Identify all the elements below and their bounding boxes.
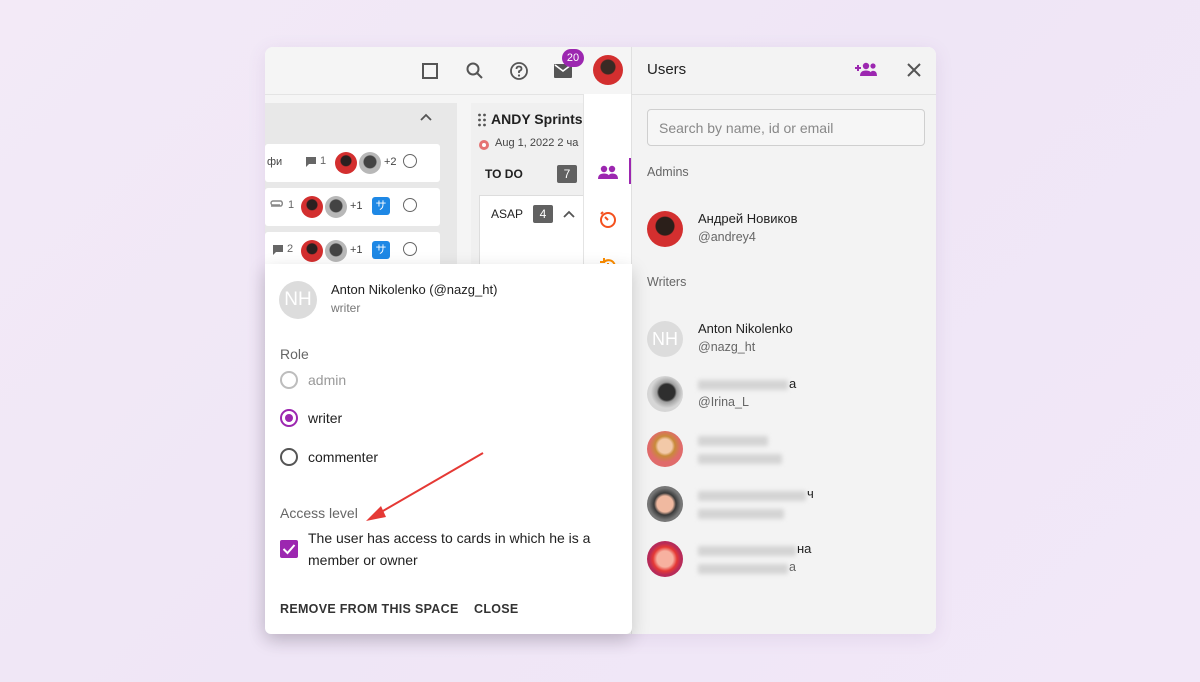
- popup-user-name: Anton Nikolenko (@nazg_ht): [331, 282, 498, 297]
- admins-section-label: Admins: [647, 165, 689, 179]
- drag-handle-icon[interactable]: [477, 113, 487, 127]
- access-level-label: Access level: [280, 505, 358, 521]
- square-icon[interactable]: [418, 59, 442, 83]
- comment-icon: [306, 157, 316, 167]
- member-avatar: [335, 152, 357, 174]
- blurred-name: [698, 436, 768, 446]
- avatar: [647, 431, 683, 467]
- asap-group: ASAP 4: [479, 195, 585, 266]
- asap-count: 4: [533, 205, 553, 223]
- member-avatar: [325, 240, 347, 262]
- more-members-count: +1: [350, 200, 363, 212]
- add-user-icon[interactable]: [854, 61, 878, 77]
- user-list-item[interactable]: [647, 427, 927, 473]
- todo-label: TO DO: [485, 167, 523, 181]
- user-handle-fragment: а: [789, 560, 796, 574]
- user-list-item[interactable]: на а: [647, 537, 927, 583]
- comment-count: 2: [287, 243, 294, 255]
- users-panel: Users Admins Андрей Новиков @andrey4 Wri…: [631, 47, 936, 634]
- more-members-count: +1: [350, 244, 363, 256]
- writers-section-label: Writers: [647, 275, 687, 289]
- check-icon: [282, 544, 296, 555]
- radio-commenter-label: commenter: [308, 449, 379, 465]
- radio-admin[interactable]: [280, 371, 298, 389]
- comment-icon: [273, 245, 283, 255]
- card-column: фи 1 +2 1 +1 サ 2 +1 サ: [265, 103, 457, 273]
- avatar: [647, 211, 683, 247]
- attachment-icon: [270, 200, 283, 207]
- search-icon[interactable]: [463, 59, 487, 83]
- sprint-date: Aug 1, 2022 2 ча: [495, 137, 579, 149]
- member-avatar: [301, 240, 323, 262]
- member-avatar: [325, 196, 347, 218]
- chevron-up-icon[interactable]: [419, 112, 433, 122]
- chevron-up-icon[interactable]: [563, 210, 575, 218]
- role-label: Role: [280, 346, 309, 362]
- current-user-avatar[interactable]: [593, 55, 623, 85]
- user-role-popup: NH Anton Nikolenko (@nazg_ht) writer Rol…: [265, 264, 632, 634]
- user-list-item[interactable]: Андрей Новиков @andrey4: [647, 207, 927, 253]
- clock-icon: [403, 242, 417, 256]
- avatar: [647, 486, 683, 522]
- user-name-fragment: ч: [807, 486, 814, 501]
- tag-badge: サ: [372, 241, 390, 259]
- member-avatar: [359, 152, 381, 174]
- asap-label: ASAP: [491, 207, 524, 221]
- radio-commenter[interactable]: [280, 448, 298, 466]
- access-checkbox[interactable]: [280, 540, 298, 558]
- todo-count: 7: [557, 165, 577, 183]
- users-icon[interactable]: [596, 160, 620, 184]
- card-row[interactable]: 1 +1 サ: [265, 188, 440, 226]
- close-button[interactable]: CLOSE: [474, 602, 519, 616]
- user-handle: @andrey4: [698, 230, 756, 244]
- top-toolbar: 20: [265, 47, 631, 95]
- user-list-item[interactable]: NH Anton Nikolenko @nazg_ht: [647, 317, 927, 363]
- avatar: NH: [279, 281, 317, 319]
- user-name: Андрей Новиков: [698, 211, 798, 226]
- user-search-input[interactable]: [647, 109, 925, 146]
- blurred-handle: [698, 454, 782, 464]
- timer-icon[interactable]: [596, 207, 620, 231]
- more-members-count: +2: [384, 156, 397, 168]
- member-avatar: [301, 196, 323, 218]
- user-name-fragment: на: [797, 541, 812, 556]
- radio-admin-label: admin: [308, 372, 347, 388]
- blurred-name: [698, 380, 788, 390]
- user-name-fragment: а: [789, 376, 797, 391]
- sprint-column: ANDY Sprints Aug 1, 2022 2 ча TO DO 7 AS…: [471, 103, 585, 267]
- help-icon[interactable]: [507, 59, 531, 83]
- remove-from-space-button[interactable]: REMOVE FROM THIS SPACE: [280, 602, 459, 616]
- popup-user-role: writer: [331, 301, 361, 315]
- radio-writer-label: writer: [308, 410, 343, 426]
- user-name: Anton Nikolenko: [698, 321, 793, 336]
- user-list-item[interactable]: ч: [647, 482, 927, 528]
- avatar: NH: [647, 321, 683, 357]
- comment-count: 1: [320, 155, 327, 167]
- user-handle: @nazg_ht: [698, 340, 756, 354]
- user-list-item[interactable]: а @Irina_L: [647, 372, 927, 418]
- blurred-handle: [698, 509, 784, 519]
- clock-icon: [403, 154, 417, 168]
- mail-count-badge: 20: [562, 49, 584, 67]
- user-handle: @Irina_L: [698, 395, 749, 409]
- users-panel-title: Users: [647, 61, 687, 78]
- blurred-name: [698, 491, 806, 501]
- avatar: [647, 376, 683, 412]
- avatar: [647, 541, 683, 577]
- side-tool-strip: [583, 94, 632, 310]
- sprint-title: ANDY Sprints: [491, 111, 583, 127]
- column-header: [265, 103, 457, 133]
- blurred-name: [698, 546, 796, 556]
- blurred-handle: [698, 564, 788, 574]
- access-description: The user has access to cards in which he…: [308, 530, 591, 568]
- target-icon: [479, 140, 489, 150]
- users-panel-header: Users: [632, 47, 936, 95]
- close-icon[interactable]: [907, 63, 921, 77]
- clock-icon: [403, 198, 417, 212]
- tag-badge: サ: [372, 197, 390, 215]
- card-row[interactable]: фи 1 +2: [265, 144, 440, 182]
- card-title-fragment: фи: [267, 156, 283, 168]
- attachment-count: 1: [288, 199, 295, 211]
- radio-writer[interactable]: [280, 409, 298, 427]
